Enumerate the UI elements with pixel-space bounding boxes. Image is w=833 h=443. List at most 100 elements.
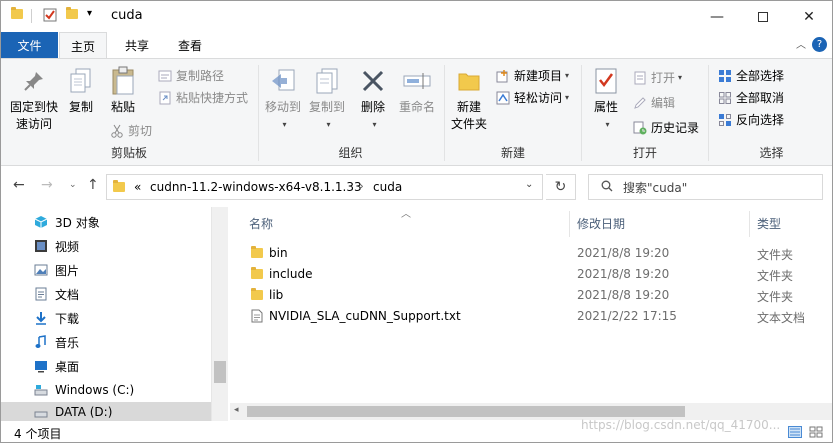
table-row[interactable]: NVIDIA_SLA_cuDNN_Support.txt 2021/2/22 1… (245, 306, 832, 328)
nav-item-drive-d[interactable]: DATA (D:) (1, 402, 211, 422)
nav-item-music[interactable]: 音乐 (1, 330, 211, 354)
help-icon[interactable]: ? (812, 37, 827, 52)
close-button[interactable]: ✕ (786, 1, 832, 32)
rename-icon (401, 65, 433, 97)
refresh-button[interactable]: ↻ (546, 174, 576, 200)
nav-item-drive-c[interactable]: Windows (C:) (1, 378, 211, 402)
file-list: ︿ 名称 修改日期 类型 bin 2021/8/8 19:20 文件夹 incl… (233, 207, 832, 421)
large-icons-view-icon[interactable] (809, 426, 823, 441)
copy-path-button[interactable]: 复制路径 (157, 67, 224, 84)
pin-quick-access-button[interactable]: 固定到快 速访问 (5, 65, 63, 133)
copy-to-button[interactable]: 复制到 ▾ (305, 65, 349, 133)
tab-share[interactable]: 共享 (113, 32, 161, 58)
open-button[interactable]: 打开 ▾ (632, 69, 682, 86)
search-box[interactable]: 搜索"cuda" (588, 174, 823, 200)
nav-scrollbar-thumb[interactable] (214, 361, 226, 383)
move-to-label: 移动到 (264, 100, 301, 114)
delete-button[interactable]: 删除 ▾ (355, 65, 391, 133)
collapse-ribbon-icon[interactable]: ︿ (796, 36, 806, 51)
new-folder-button[interactable]: 新建 文件夹 (449, 65, 489, 133)
paste-button[interactable]: 粘贴 (105, 65, 141, 116)
pin-icon (18, 65, 50, 97)
address-dropdown-icon[interactable]: ⌄ (525, 179, 533, 190)
properties-quick-icon[interactable] (43, 8, 57, 25)
file-type: 文本文档 (757, 311, 806, 325)
address-overflow[interactable]: « (134, 180, 141, 194)
pin-label-line1: 固定到快 (9, 100, 58, 114)
column-type[interactable]: 类型 (757, 215, 781, 232)
select-all-button[interactable]: 全部选择 (717, 67, 784, 84)
chevron-down-icon: ▾ (565, 93, 570, 102)
nav-scrollbar[interactable] (211, 207, 228, 421)
invert-selection-button[interactable]: 反向选择 (717, 111, 784, 128)
cut-button[interactable]: 剪切 (109, 122, 152, 139)
clipboard-group-label: 剪贴板 (110, 146, 147, 160)
clipboard-group: 固定到快 速访问 复制 粘贴 复制路径 粘贴快捷方式 剪切 剪贴板 (1, 59, 257, 165)
column-name[interactable]: 名称 (249, 215, 273, 232)
easy-access-button[interactable]: 轻松访问 ▾ (495, 89, 569, 106)
forward-button[interactable]: → (41, 177, 53, 193)
nav-item-label: 图片 (55, 263, 80, 278)
nav-item-3d-objects[interactable]: 3D 对象 (1, 210, 211, 234)
chevron-down-icon: ▾ (678, 73, 683, 82)
nav-item-label: 下载 (55, 311, 80, 326)
divider[interactable] (569, 211, 570, 237)
breadcrumb-cudnn[interactable]: cudnn-11.2-windows-x64-v8.1.1.33 (150, 180, 362, 194)
address-toolbar: ← → ⌄ ↑ « cudnn-11.2-windows-x64-v8.1.1.… (1, 167, 832, 207)
nav-item-downloads[interactable]: 下载 (1, 306, 211, 330)
tab-file[interactable]: 文件 (1, 32, 58, 58)
paste-icon (107, 65, 139, 97)
tab-view[interactable]: 查看 (166, 32, 214, 58)
table-row[interactable]: lib 2021/8/8 19:20 文件夹 (245, 285, 832, 307)
new-folder-quick-icon[interactable] (66, 7, 78, 19)
divider (31, 9, 32, 23)
column-date[interactable]: 修改日期 (577, 215, 625, 232)
refresh-icon: ↻ (554, 179, 567, 195)
paste-shortcut-button[interactable]: 粘贴快捷方式 (157, 89, 248, 106)
history-button[interactable]: 历史记录 (632, 119, 699, 136)
folder-icon (251, 267, 263, 279)
item-count: 4 个项目 (14, 427, 62, 441)
nav-item-label: Windows (C:) (55, 383, 135, 397)
divider[interactable] (749, 211, 750, 237)
address-bar[interactable]: « cudnn-11.2-windows-x64-v8.1.1.33 › cud… (106, 174, 543, 200)
breadcrumb-cuda[interactable]: cuda (373, 180, 402, 194)
nav-item-pictures[interactable]: 图片 (1, 258, 211, 282)
history-icon (632, 120, 648, 136)
delete-icon (357, 65, 389, 97)
new-item-icon (495, 68, 511, 84)
back-button[interactable]: ← (13, 177, 25, 193)
properties-button[interactable]: 属性 ▾ (588, 65, 624, 133)
breadcrumb-separator[interactable]: › (359, 179, 364, 193)
copy-button[interactable]: 复制 (63, 65, 99, 116)
pin-label-line2: 速访问 (15, 117, 52, 131)
properties-icon (590, 65, 622, 97)
minimize-button[interactable]: — (694, 1, 740, 32)
up-button[interactable]: ↑ (87, 177, 99, 193)
edit-button[interactable]: 编辑 (632, 94, 675, 111)
customize-toolbar-icon[interactable]: ▾ (87, 8, 92, 19)
file-date: 2021/8/8 19:20 (577, 267, 670, 281)
nav-item-documents[interactable]: 文档 (1, 282, 211, 306)
hscrollbar-thumb[interactable] (247, 406, 685, 417)
rename-button[interactable]: 重命名 (395, 65, 439, 116)
select-none-icon (717, 90, 733, 106)
recent-locations-button[interactable]: ⌄ (69, 180, 77, 190)
chevron-left-icon[interactable]: ◂ (234, 405, 239, 415)
paste-label: 粘贴 (110, 100, 135, 114)
nav-item-desktop[interactable]: 桌面 (1, 354, 211, 378)
tab-home[interactable]: 主页 (59, 32, 107, 59)
details-view-icon[interactable] (788, 426, 802, 441)
new-item-button[interactable]: 新建项目 ▾ (495, 67, 569, 84)
nav-item-videos[interactable]: 视频 (1, 234, 211, 258)
ribbon: 固定到快 速访问 复制 粘贴 复制路径 粘贴快捷方式 剪切 剪贴板 移动到 ▾ … (1, 58, 832, 166)
table-row[interactable]: include 2021/8/8 19:20 文件夹 (245, 264, 832, 286)
music-icon (34, 335, 48, 349)
move-to-button[interactable]: 移动到 ▾ (261, 65, 305, 133)
rename-label: 重命名 (398, 100, 435, 114)
open-icon (632, 70, 648, 86)
maximize-button[interactable] (740, 1, 786, 32)
table-row[interactable]: bin 2021/8/8 19:20 文件夹 (245, 243, 832, 265)
select-none-button[interactable]: 全部取消 (717, 89, 784, 106)
file-date: 2021/8/8 19:20 (577, 288, 670, 302)
